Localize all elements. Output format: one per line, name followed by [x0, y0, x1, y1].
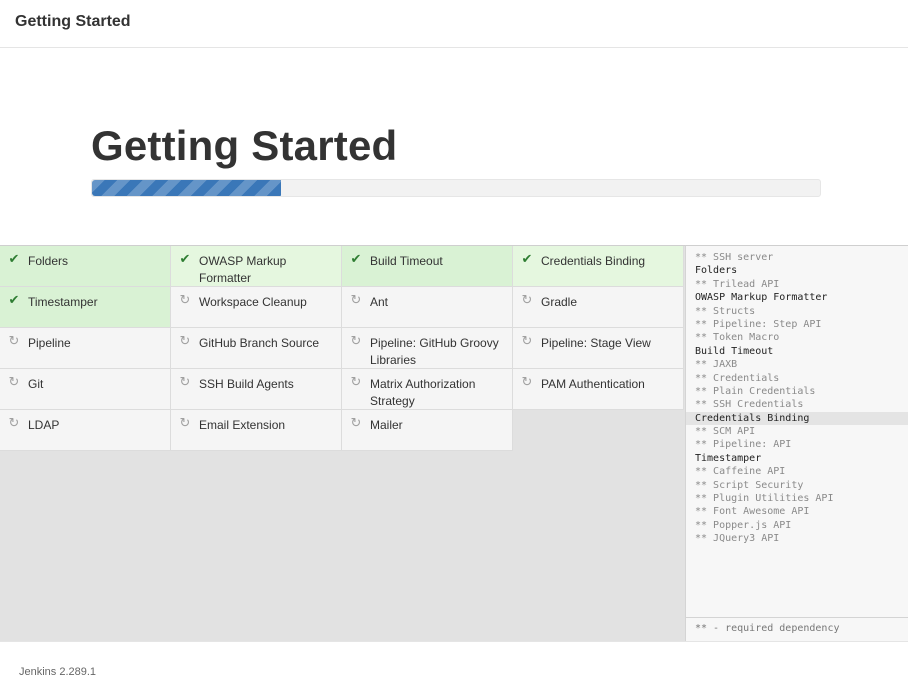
- check-icon: ✔: [8, 251, 20, 266]
- jenkins-version: Jenkins 2.289.1: [19, 666, 97, 678]
- log-line-dependency: ** Caffeine API: [695, 466, 786, 478]
- plugin-label: Credentials Binding: [541, 254, 646, 268]
- log-line-dependency: ** SSH Credentials: [695, 399, 804, 411]
- check-icon: ✔: [521, 251, 533, 266]
- footer: Jenkins 2.289.1: [0, 641, 908, 698]
- plugin-matrix-authorization-strategy: ↻ Matrix Authorization Strategy: [342, 369, 513, 410]
- plugin-credentials-binding: ✔ Credentials Binding: [513, 246, 684, 287]
- plugin-label: Matrix Authorization Strategy: [370, 377, 476, 408]
- log-line-plugin: Folders: [695, 265, 738, 277]
- plugin-grid: ✔ Folders ✔ OWASP Markup Formatter ✔ Bui…: [0, 245, 685, 641]
- header-title: Getting Started: [15, 13, 131, 30]
- log-line-dependency: ** Script Security: [695, 479, 804, 491]
- refresh-icon: ↻: [179, 333, 191, 348]
- check-icon: ✔: [350, 251, 362, 266]
- plugin-label: Folders: [28, 254, 69, 268]
- refresh-icon: ↻: [8, 415, 20, 430]
- log-line-dependency: ** Pipeline: API: [695, 439, 792, 451]
- log-line-dependency: ** Popper.js API: [695, 519, 792, 531]
- refresh-icon: ↻: [179, 374, 191, 389]
- plugin-label: PAM Authentication: [541, 377, 645, 391]
- plugin-label: Git: [28, 377, 44, 391]
- check-icon: ✔: [179, 251, 191, 266]
- plugin-mailer: ↻ Mailer: [342, 410, 513, 451]
- install-progress-fill: [92, 180, 282, 196]
- plugin-timestamper: ✔ Timestamper: [0, 287, 171, 328]
- plugin-label: Pipeline: GitHub Groovy Libraries: [370, 336, 499, 367]
- log-line-dependency: ** SSH server: [695, 252, 774, 263]
- refresh-icon: ↻: [521, 333, 533, 348]
- refresh-icon: ↻: [179, 292, 191, 307]
- refresh-icon: ↻: [350, 415, 362, 430]
- plugin-label: SSH Build Agents: [199, 377, 294, 391]
- refresh-icon: ↻: [521, 374, 533, 389]
- log-line-plugin: OWASP Markup Formatter: [695, 292, 828, 304]
- plugin-gradle: ↻ Gradle: [513, 287, 684, 328]
- refresh-icon: ↻: [350, 292, 362, 307]
- plugin-build-timeout: ✔ Build Timeout: [342, 246, 513, 287]
- log-line-dependency: ** Trilead API: [695, 278, 780, 290]
- plugin-ldap: ↻ LDAP: [0, 410, 171, 451]
- plugin-github-branch-source: ↻ GitHub Branch Source: [171, 328, 342, 369]
- page-title: Getting Started: [91, 122, 398, 169]
- plugin-label: Gradle: [541, 295, 578, 309]
- plugin-ssh-build-agents: ↻ SSH Build Agents: [171, 369, 342, 410]
- log-line-plugin: Build Timeout: [695, 345, 774, 357]
- progress-panel: Getting Started: [0, 48, 908, 245]
- plugin-label: Timestamper: [28, 295, 98, 309]
- log-line-dependency: ** Pipeline: Step API: [695, 318, 822, 330]
- install-log-panel[interactable]: ** SSH server Folders ** Trilead API OWASP …: [685, 245, 908, 641]
- install-progress-bar: [91, 179, 821, 197]
- log-line-dependency: ** Credentials: [695, 372, 780, 384]
- refresh-icon: ↻: [8, 333, 20, 348]
- log-line-dependency: ** JAXB: [695, 359, 738, 371]
- plugin-label: GitHub Branch Source: [199, 336, 320, 350]
- plugin-pipeline: ↻ Pipeline: [0, 328, 171, 369]
- plugin-workspace-cleanup: ↻ Workspace Cleanup: [171, 287, 342, 328]
- top-bar: Getting Started: [0, 0, 908, 48]
- plugin-folders: ✔ Folders: [0, 246, 171, 287]
- plugin-label: Ant: [370, 295, 389, 309]
- plugin-label: Pipeline: Stage View: [541, 336, 651, 350]
- refresh-icon: ↻: [8, 374, 20, 389]
- install-log: ** SSH server Folders ** Trilead API OWASP …: [686, 251, 908, 546]
- refresh-icon: ↻: [521, 292, 533, 307]
- plugin-git: ↻ Git: [0, 369, 171, 410]
- log-line-dependency: ** JQuery3 API: [695, 533, 780, 545]
- plugin-label: Email Extension: [199, 418, 286, 432]
- log-line-dependency: ** Structs: [695, 305, 756, 317]
- plugin-label: LDAP: [28, 418, 60, 432]
- log-line-dependency: ** Token Macro: [695, 332, 780, 344]
- plugin-owasp-markup-formatter: ✔ OWASP Markup Formatter: [171, 246, 342, 287]
- plugin-label: Mailer: [370, 418, 403, 432]
- plugin-pipeline-stage-view: ↻ Pipeline: Stage View: [513, 328, 684, 369]
- plugin-email-extension: ↻ Email Extension: [171, 410, 342, 451]
- plugin-label: Workspace Cleanup: [199, 295, 307, 309]
- plugin-pam-authentication: ↻ PAM Authentication: [513, 369, 684, 410]
- log-line-dependency: ** Font Awesome API: [695, 506, 810, 518]
- plugin-label: OWASP Markup Formatter: [199, 254, 287, 285]
- plugin-pipeline-github-groovy-libraries: ↻ Pipeline: GitHub Groovy Libraries: [342, 328, 513, 369]
- plugin-ant: ↻ Ant: [342, 287, 513, 328]
- dependency-legend: ** - required dependency: [686, 617, 908, 641]
- log-line-plugin: Credentials Binding: [686, 411, 908, 426]
- plugin-label: Build Timeout: [370, 254, 443, 268]
- refresh-icon: ↻: [350, 374, 362, 389]
- log-line-dependency: ** SCM API: [695, 426, 756, 438]
- plugin-label: Pipeline: [28, 336, 71, 350]
- log-line-dependency: ** Plugin Utilities API: [695, 493, 834, 505]
- refresh-icon: ↻: [350, 333, 362, 348]
- check-icon: ✔: [8, 292, 20, 307]
- log-line-plugin: Timestamper: [695, 452, 762, 464]
- log-line-dependency: ** Plain Credentials: [695, 385, 816, 397]
- refresh-icon: ↻: [179, 415, 191, 430]
